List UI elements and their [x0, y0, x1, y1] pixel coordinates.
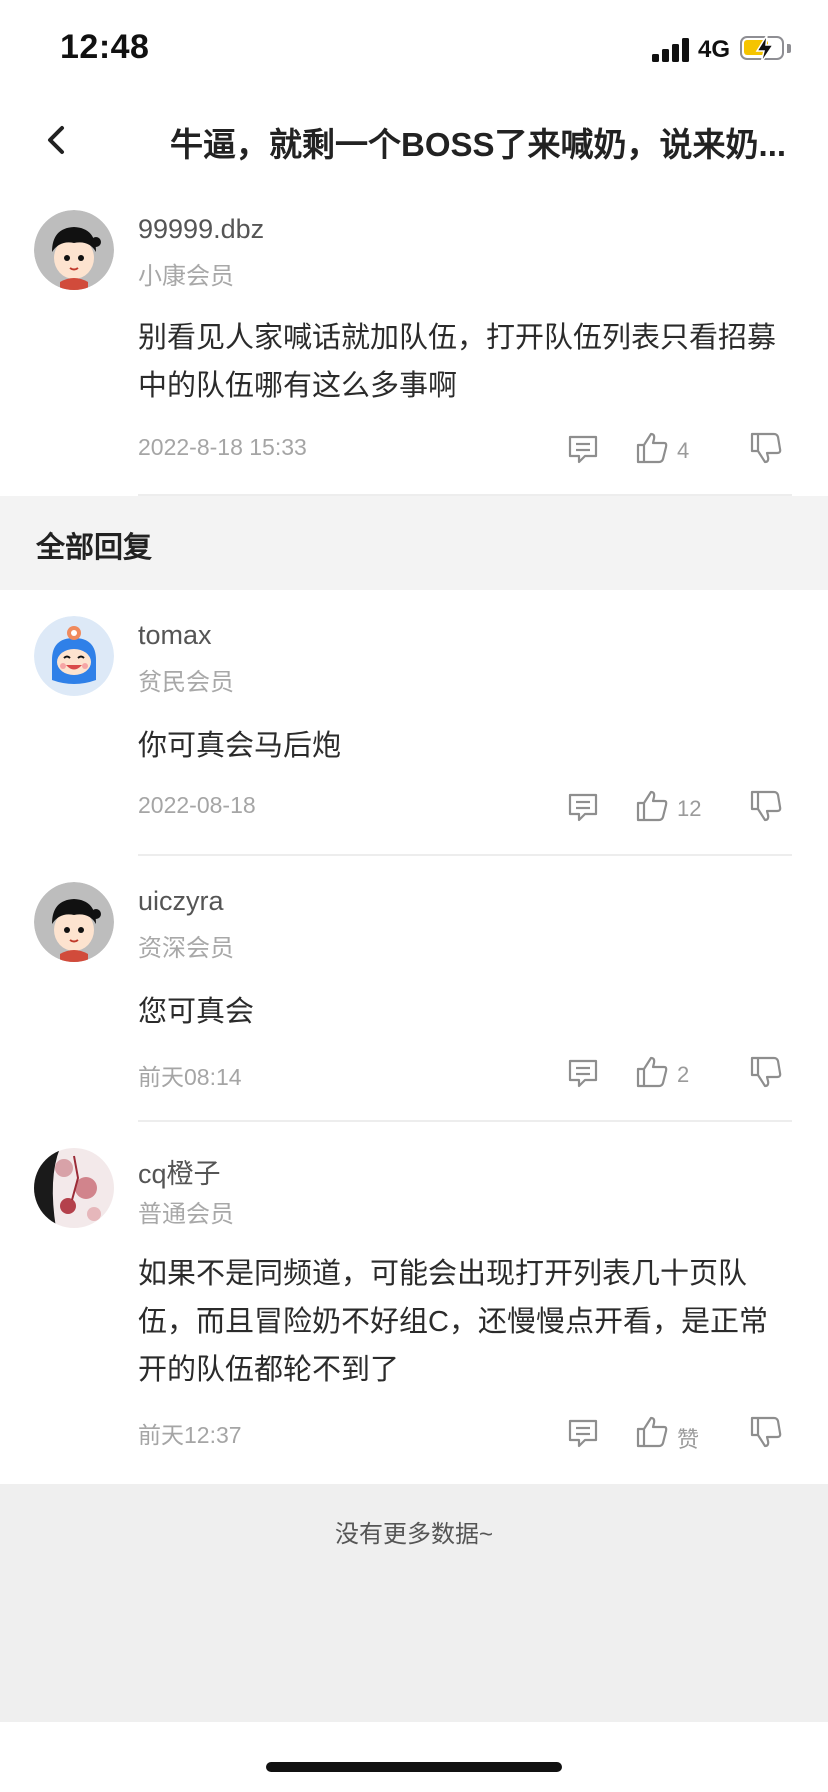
timestamp: 前天12:37 [138, 1422, 242, 1448]
main-post: 99999.dbz 小康会员 别看见人家喊话就加队伍，打开队伍列表只看招募中的队… [0, 200, 828, 496]
username[interactable]: cq橙子 [138, 1152, 221, 1191]
home-indicator[interactable] [266, 1762, 562, 1772]
thumbs-down-icon [750, 432, 782, 464]
chevron-left-icon [48, 126, 64, 154]
comment-icon [568, 1419, 598, 1448]
timestamp: 2022-08-18 [138, 792, 256, 818]
dislike-button[interactable] [748, 430, 784, 466]
comment-text: 您可真会 [138, 996, 255, 1028]
list-item: tomax 贫民会员 你可真会马后炮 2022-08-18 12 [0, 606, 828, 858]
avatar[interactable] [34, 882, 114, 962]
list-item: cq橙子 普通会员 如果不是同频道，可能会出现打开列表几十页队伍，而且冒险奶不好… [0, 1138, 828, 1484]
comment-icon [568, 1059, 598, 1088]
thumbs-down-icon [750, 1056, 782, 1088]
like-button[interactable] [634, 1414, 670, 1450]
comment-icon [568, 793, 598, 822]
status-time: 12:48 [60, 28, 150, 66]
reply-button[interactable] [566, 1416, 600, 1450]
thumbs-down-icon [750, 790, 782, 822]
replies-section-header: 全部回复 [0, 496, 828, 590]
divider [138, 854, 792, 856]
signal-icon [652, 38, 690, 62]
username[interactable]: 99999.dbz [138, 214, 264, 245]
like-count: 4 [677, 438, 690, 463]
comment-icon [568, 435, 598, 464]
reply-button[interactable] [566, 432, 600, 466]
like-count: 2 [677, 1062, 690, 1087]
member-level: 资深会员 [138, 935, 234, 962]
member-level: 贫民会员 [138, 669, 234, 696]
username[interactable]: uiczyra [138, 886, 224, 917]
thumbs-down-icon [750, 1416, 782, 1448]
timestamp: 前天08:14 [138, 1064, 242, 1090]
battery-cap [787, 44, 791, 53]
like-count: 12 [677, 796, 702, 821]
battery-icon [740, 34, 784, 64]
page-title: 牛逼，就剩一个BOSS了来喊奶，说来奶... [170, 126, 787, 163]
dislike-button[interactable] [748, 788, 784, 824]
avatar[interactable] [34, 616, 114, 696]
reply-button[interactable] [566, 1056, 600, 1090]
thumbs-up-icon [636, 790, 668, 822]
comment-text: 别看见人家喊话就加队伍，打开队伍列表只看招募中的队伍哪有这么多事啊 [138, 322, 777, 402]
reply-button[interactable] [566, 790, 600, 824]
like-label: 赞 [677, 1427, 700, 1452]
avatar[interactable] [34, 210, 114, 290]
list-item: uiczyra 资深会员 您可真会 前天08:14 2 [0, 872, 828, 1124]
list-footer: 没有更多数据~ [0, 1484, 828, 1722]
dislike-button[interactable] [748, 1054, 784, 1090]
comment-text: 你可真会马后炮 [138, 730, 342, 762]
network-type: 4G [698, 36, 731, 63]
dislike-button[interactable] [748, 1414, 784, 1450]
member-level: 小康会员 [138, 263, 234, 290]
timestamp: 2022-8-18 15:33 [138, 434, 307, 460]
status-bar: 12:48 4G [0, 0, 828, 96]
thumbs-up-icon [636, 1416, 668, 1448]
thumbs-up-icon [636, 432, 668, 464]
member-level: 普通会员 [138, 1201, 234, 1228]
avatar[interactable] [34, 1148, 114, 1228]
like-button[interactable] [634, 788, 670, 824]
divider [138, 1120, 792, 1122]
comment-text: 如果不是同频道，可能会出现打开列表几十页队伍，而且冒险奶不好组C，还慢慢点开看，… [138, 1258, 768, 1386]
no-more-data-text: 没有更多数据~ [334, 1521, 493, 1548]
back-button[interactable] [36, 118, 76, 162]
like-button[interactable] [634, 1054, 670, 1090]
thumbs-up-icon [636, 1056, 668, 1088]
nav-bar: 牛逼，就剩一个BOSS了来喊奶，说来奶... [0, 100, 828, 180]
section-title: 全部回复 [36, 532, 153, 564]
username[interactable]: tomax [138, 620, 212, 651]
like-button[interactable] [634, 430, 670, 466]
